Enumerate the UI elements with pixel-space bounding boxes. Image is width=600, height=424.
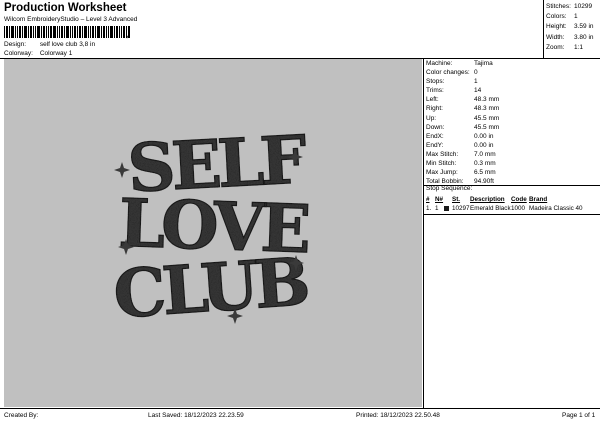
machine-info-panel: Machine: Tajima Color changes: 0 Stops: 1 T… bbox=[426, 59, 600, 186]
worksheet-title: Production Worksheet bbox=[4, 2, 127, 14]
stat-stitches: Stitches: 10299 bbox=[546, 3, 593, 10]
divider-footer bbox=[0, 408, 600, 409]
software-name: Wilcom EmbroideryStudio – Level 3 Advanc… bbox=[4, 16, 138, 23]
embroidery-artwork: SELF LOVE CLUB bbox=[111, 120, 311, 335]
stop-sequence-table: # N# St. Description Code Brand 1. 1 102… bbox=[426, 195, 600, 213]
footer-printed: Printed: 18/12/2023 22.50.48 bbox=[356, 412, 440, 419]
stat-height: Height: 3.59 in bbox=[546, 23, 594, 31]
stop-sequence-header: # N# St. Description Code Brand bbox=[426, 196, 548, 203]
divider-stats bbox=[543, 0, 544, 58]
info-machine: Machine: Tajima bbox=[426, 60, 493, 67]
worksheet-page: Production Worksheet Wilcom EmbroiderySt… bbox=[0, 0, 600, 424]
footer-page-number: Page 1 of 1 bbox=[562, 412, 596, 419]
design-preview: SELF LOVE CLUB bbox=[4, 59, 422, 407]
footer-created-by: Created By: bbox=[4, 412, 39, 419]
info-color-changes: Color changes: 0 bbox=[426, 69, 478, 77]
info-up: Up: 45.5 mm bbox=[426, 114, 500, 122]
design-label: Design: bbox=[4, 41, 27, 48]
stat-zoom: Zoom: 1:1 bbox=[546, 43, 584, 51]
stats-box: Stitches: 10299 Colors: 1 Height: 3.59 in W… bbox=[546, 2, 600, 53]
info-endx: EndX: 0.00 in bbox=[426, 132, 494, 140]
barcode-tail-mark: , bbox=[126, 30, 129, 39]
info-max-jump: Max Jump: 6.5 mm bbox=[426, 169, 496, 177]
info-down: Down: 45.5 mm bbox=[426, 123, 500, 131]
table-row: 1. 1 10297 Emerald Black 1000 Madeira Cl… bbox=[426, 205, 583, 212]
info-trims: Trims: 14 bbox=[426, 87, 482, 95]
colorway-row: Colorway: Colorway 1 bbox=[4, 50, 72, 57]
colorway-label: Colorway: bbox=[4, 50, 33, 57]
barcode bbox=[4, 26, 130, 38]
artwork-line-club: CLUB bbox=[111, 242, 310, 333]
colorway-value: Colorway 1 bbox=[39, 50, 73, 57]
info-endy: EndY: 0.00 in bbox=[426, 141, 494, 149]
thread-color-swatch bbox=[444, 206, 449, 211]
stat-colors: Colors: 1 bbox=[546, 13, 578, 21]
info-max-stitch: Max Stitch: 7.0 mm bbox=[426, 150, 496, 158]
stop-sequence-title: Stop Sequence: bbox=[426, 185, 473, 192]
design-row: Design: self love club 3,8 in bbox=[4, 41, 95, 48]
footer-last-saved: Last Saved: 18/12/2023 22.23.59 bbox=[148, 412, 244, 419]
info-stops: Stops: 1 bbox=[426, 78, 478, 86]
info-right: Right: 48.3 mm bbox=[426, 105, 500, 113]
stat-width: Width: 3.80 in bbox=[546, 33, 594, 41]
info-min-stitch: Min Stitch: 0.3 mm bbox=[426, 160, 496, 168]
divider-panel bbox=[423, 58, 424, 408]
design-value: self love club 3,8 in bbox=[39, 41, 96, 48]
info-left: Left: 48.3 mm bbox=[426, 96, 500, 104]
divider-stop-table bbox=[424, 214, 600, 215]
